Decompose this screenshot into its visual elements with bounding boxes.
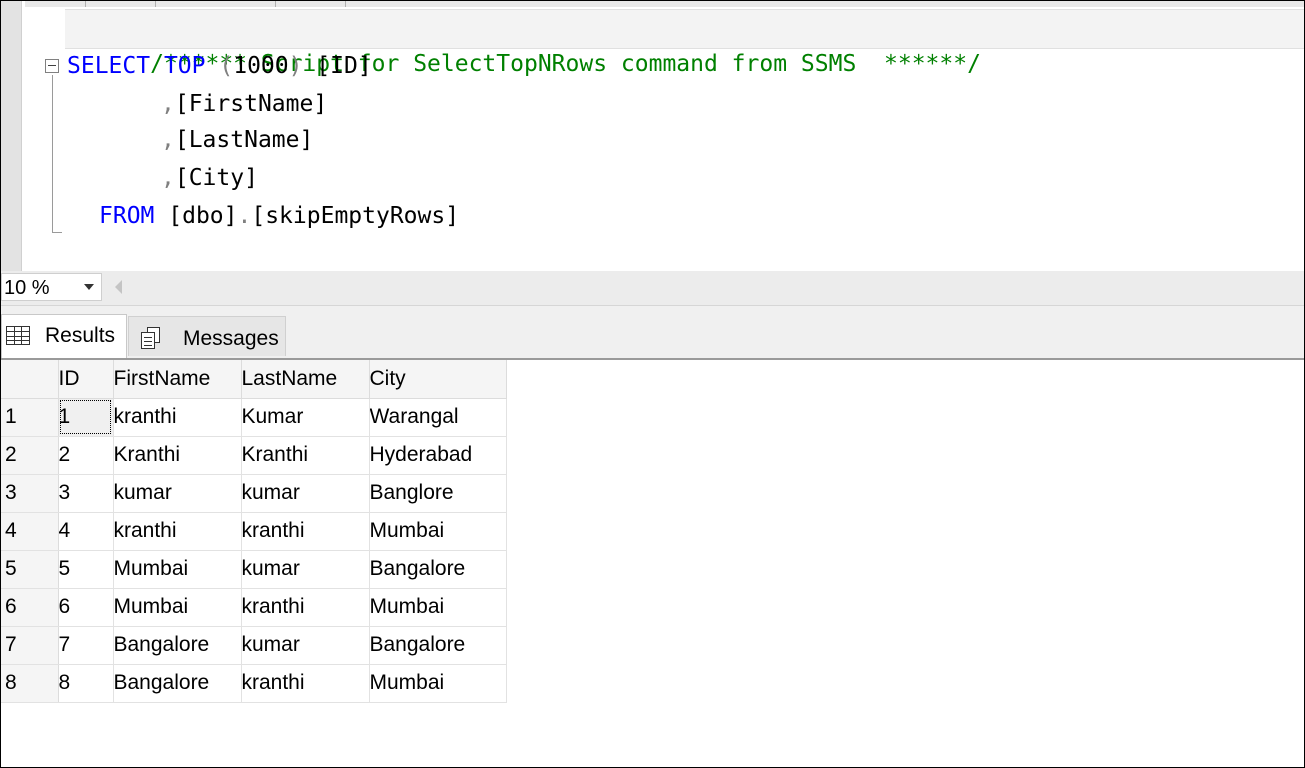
- row-header-corner[interactable]: [1, 360, 59, 399]
- cell-firstname[interactable]: kumar: [113, 474, 242, 513]
- cell-lastname[interactable]: Kranthi: [241, 436, 370, 475]
- table-row: 1 1 kranthi Kumar Warangal: [1, 398, 507, 437]
- table-row: 5 5 Mumbai kumar Bangalore: [1, 550, 507, 589]
- scroll-left-arrow-icon[interactable]: [115, 280, 122, 294]
- cell-firstname[interactable]: Mumbai: [113, 550, 242, 589]
- grid-icon: [6, 326, 30, 345]
- tab-results-label: Results: [45, 324, 116, 347]
- cell-firstname[interactable]: Bangalore: [113, 626, 242, 665]
- table-row: 3 3 kumar kumar Banglore: [1, 474, 507, 513]
- results-table: ID FirstName LastName City 1 1 kranthi K…: [1, 360, 507, 703]
- editor-top-strip: [25, 1, 1304, 7]
- column-id: [ID]: [316, 53, 372, 79]
- paren-close: ): [288, 53, 303, 79]
- zoom-dropdown[interactable]: 10 %: [1, 273, 102, 301]
- query-editor[interactable]: /****** Script for SelectTopNRows comman…: [1, 1, 1304, 271]
- cell-lastname[interactable]: kumar: [241, 550, 370, 589]
- code-line-4: ,[LastName]: [161, 122, 313, 158]
- column-city: [City]: [174, 165, 258, 191]
- table-row: 8 8 Bangalore kranthi Mumbai: [1, 664, 507, 703]
- dot: .: [237, 203, 252, 229]
- cell-city[interactable]: Bangalore: [369, 550, 507, 589]
- editor-margin: [1, 1, 22, 271]
- cell-firstname[interactable]: Bangalore: [113, 664, 242, 703]
- cell-id[interactable]: 2: [58, 436, 114, 475]
- table-name: [skipEmptyRows]: [251, 203, 460, 229]
- table-row: 6 6 Mumbai kranthi Mumbai: [1, 588, 507, 627]
- cell-lastname[interactable]: kranthi: [241, 664, 370, 703]
- code-line-3: ,[FirstName]: [161, 86, 327, 122]
- header-row: ID FirstName LastName City: [1, 360, 507, 399]
- tab-messages[interactable]: Messages: [128, 316, 286, 356]
- code-line-1: /****** Script for SelectTopNRows comman…: [67, 10, 981, 77]
- cell-city[interactable]: Banglore: [369, 474, 507, 513]
- cell-id[interactable]: 6: [58, 588, 114, 627]
- tab-messages-label: Messages: [183, 327, 279, 350]
- results-grid: ID FirstName LastName City 1 1 kranthi K…: [1, 360, 1304, 767]
- schema-name: [dbo]: [168, 203, 238, 229]
- table-row: 7 7 Bangalore kumar Bangalore: [1, 626, 507, 665]
- cell-firstname[interactable]: kranthi: [113, 512, 242, 551]
- row-number[interactable]: 3: [1, 474, 59, 513]
- cell-id[interactable]: 7: [58, 626, 114, 665]
- cell-firstname[interactable]: Mumbai: [113, 588, 242, 627]
- cell-id[interactable]: 4: [58, 512, 114, 551]
- cell-lastname[interactable]: kranthi: [241, 588, 370, 627]
- cell-lastname[interactable]: Kumar: [241, 398, 370, 437]
- cell-lastname[interactable]: kranthi: [241, 512, 370, 551]
- tab-results[interactable]: Results: [1, 314, 127, 358]
- zoom-bar: 10 %: [1, 271, 1304, 306]
- messages-icon: [141, 327, 161, 349]
- table-row: 2 2 Kranthi Kranthi Hyderabad: [1, 436, 507, 475]
- keyword-select: SELECT: [67, 53, 151, 79]
- code-line-5: ,[City]: [161, 160, 258, 196]
- comma: ,: [161, 127, 175, 153]
- row-number[interactable]: 4: [1, 512, 59, 551]
- cell-city[interactable]: Mumbai: [369, 588, 507, 627]
- column-lastname: [LastName]: [174, 127, 314, 153]
- cell-lastname[interactable]: kumar: [241, 626, 370, 665]
- keyword-top: TOP: [163, 53, 206, 79]
- collapse-toggle-icon[interactable]: [45, 59, 59, 73]
- results-tabs: Results Messages: [1, 306, 1304, 360]
- cell-city[interactable]: Warangal: [369, 398, 507, 437]
- top-count: 1000: [233, 53, 289, 79]
- zoom-value: 10 %: [4, 277, 50, 299]
- column-header-firstname[interactable]: FirstName: [113, 360, 242, 399]
- column-header-id[interactable]: ID: [58, 360, 114, 399]
- column-firstname: [FirstName]: [174, 91, 328, 117]
- fold-guide: [52, 75, 53, 233]
- row-number[interactable]: 1: [1, 398, 59, 437]
- column-header-lastname[interactable]: LastName: [241, 360, 370, 399]
- row-number[interactable]: 6: [1, 588, 59, 627]
- paren-open: (: [219, 53, 234, 79]
- table-row: 4 4 kranthi kranthi Mumbai: [1, 512, 507, 551]
- row-number[interactable]: 2: [1, 436, 59, 475]
- column-header-city[interactable]: City: [369, 360, 507, 399]
- cell-id[interactable]: 8: [58, 664, 114, 703]
- comma: ,: [161, 91, 175, 117]
- cell-firstname[interactable]: kranthi: [113, 398, 242, 437]
- row-number[interactable]: 7: [1, 626, 59, 665]
- comma: ,: [161, 165, 175, 191]
- cell-city[interactable]: Mumbai: [369, 512, 507, 551]
- cell-city[interactable]: Mumbai: [369, 664, 507, 703]
- ssms-window: /****** Script for SelectTopNRows comman…: [0, 0, 1305, 768]
- chevron-down-icon[interactable]: [84, 284, 94, 290]
- row-number[interactable]: 8: [1, 664, 59, 703]
- code-line-2: SELECT TOP (1000) [ID]: [67, 48, 372, 84]
- cell-firstname[interactable]: Kranthi: [113, 436, 242, 475]
- row-number[interactable]: 5: [1, 550, 59, 589]
- keyword-from: FROM: [99, 203, 155, 229]
- cell-city[interactable]: Bangalore: [369, 626, 507, 665]
- cell-id[interactable]: 5: [58, 550, 114, 589]
- cell-city[interactable]: Hyderabad: [369, 436, 507, 475]
- fold-guide-end: [52, 232, 62, 233]
- cell-lastname[interactable]: kumar: [241, 474, 370, 513]
- cell-id[interactable]: 1: [58, 398, 114, 437]
- cell-id[interactable]: 3: [58, 474, 114, 513]
- code-line-6: FROM [dbo].[skipEmptyRows]: [99, 198, 459, 234]
